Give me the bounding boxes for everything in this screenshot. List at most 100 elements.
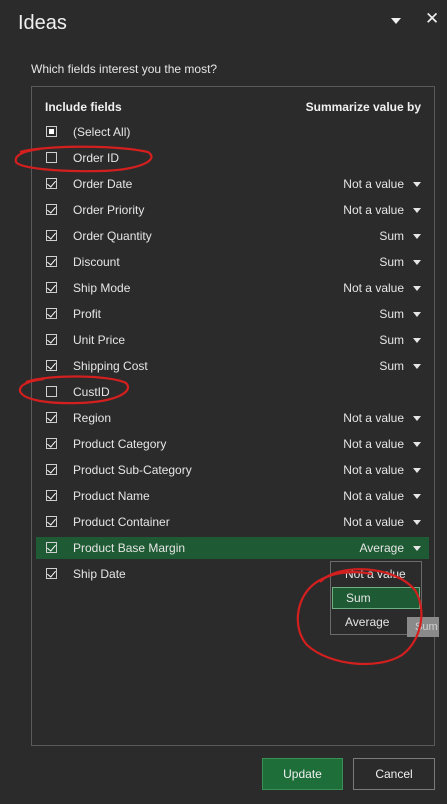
- field-row-profit[interactable]: Profit Sum: [32, 303, 434, 325]
- summarize-value: Not a value: [343, 437, 404, 451]
- chevron-down-icon[interactable]: [413, 545, 421, 551]
- summarize-value: Not a value: [343, 515, 404, 529]
- tooltip: Sum: [407, 617, 439, 637]
- field-label: Product Category: [73, 437, 167, 451]
- summarize-select-product-sub-category[interactable]: Not a value: [343, 461, 421, 479]
- update-button[interactable]: Update: [262, 758, 343, 790]
- field-label: Ship Date: [73, 567, 126, 581]
- chevron-down-icon[interactable]: [413, 207, 421, 213]
- summarize-select-profit[interactable]: Sum: [379, 305, 421, 323]
- dropdown-option-sum[interactable]: Sum: [332, 587, 420, 609]
- field-row-product-name[interactable]: Product Name Not a value: [32, 485, 434, 507]
- field-row-product-base-margin[interactable]: Product Base Margin Average: [36, 537, 429, 559]
- chevron-down-icon[interactable]: [413, 519, 421, 525]
- summarize-value: Not a value: [343, 203, 404, 217]
- field-label: Discount: [73, 255, 120, 269]
- field-row-region[interactable]: Region Not a value: [32, 407, 434, 429]
- field-label: Profit: [73, 307, 102, 321]
- include-fields-header: Include fields: [45, 100, 122, 114]
- summarize-select-order-quantity[interactable]: Sum: [379, 227, 421, 245]
- checkbox-product-sub-category[interactable]: [46, 464, 57, 475]
- field-label: Unit Price: [73, 333, 126, 347]
- checkbox-shipping-cost[interactable]: [46, 360, 57, 371]
- field-label: (Select All): [73, 125, 131, 139]
- field-label: Product Sub-Category: [73, 463, 192, 477]
- pane-options-chevron-icon[interactable]: [391, 18, 401, 24]
- field-row-shipping-cost[interactable]: Shipping Cost Sum: [32, 355, 434, 377]
- checkbox-select-all[interactable]: [46, 126, 57, 137]
- field-row-product-sub-category[interactable]: Product Sub-Category Not a value: [32, 459, 434, 481]
- fields-panel: Include fields Summarize value by (Selec…: [31, 86, 435, 746]
- summarize-value: Not a value: [343, 411, 404, 425]
- prompt-text: Which fields interest you the most?: [31, 62, 218, 76]
- field-label: Product Container: [73, 515, 170, 529]
- field-label: CustID: [73, 385, 110, 399]
- summarize-select-discount[interactable]: Sum: [379, 253, 421, 271]
- field-row-unit-price[interactable]: Unit Price Sum: [32, 329, 434, 351]
- checkbox-profit[interactable]: [46, 308, 57, 319]
- chevron-down-icon[interactable]: [413, 467, 421, 473]
- pane-title: Ideas: [18, 12, 67, 34]
- checkbox-order-priority[interactable]: [46, 204, 57, 215]
- field-label: Order Quantity: [73, 229, 152, 243]
- field-label: Shipping Cost: [73, 359, 148, 373]
- summarize-select-product-container[interactable]: Not a value: [343, 513, 421, 531]
- checkbox-order-id[interactable]: [46, 152, 57, 163]
- chevron-down-icon[interactable]: [413, 363, 421, 369]
- chevron-down-icon[interactable]: [413, 493, 421, 499]
- checkbox-order-quantity[interactable]: [46, 230, 57, 241]
- checkbox-ship-mode[interactable]: [46, 282, 57, 293]
- field-label: Product Base Margin: [73, 541, 186, 555]
- checkbox-unit-price[interactable]: [46, 334, 57, 345]
- summarize-select-order-date[interactable]: Not a value: [343, 175, 421, 193]
- field-label: Ship Mode: [73, 281, 131, 295]
- summarize-select-product-name[interactable]: Not a value: [343, 487, 421, 505]
- checkbox-product-container[interactable]: [46, 516, 57, 527]
- field-row-discount[interactable]: Discount Sum: [32, 251, 434, 273]
- field-row-select-all[interactable]: (Select All): [32, 121, 434, 143]
- checkbox-ship-date[interactable]: [46, 568, 57, 579]
- summarize-value: Not a value: [343, 177, 404, 191]
- field-row-order-id[interactable]: Order ID: [32, 147, 434, 169]
- checkbox-discount[interactable]: [46, 256, 57, 267]
- field-label: Product Name: [73, 489, 150, 503]
- close-icon[interactable]: ✕: [425, 10, 439, 27]
- cancel-button[interactable]: Cancel: [353, 758, 435, 790]
- checkbox-product-category[interactable]: [46, 438, 57, 449]
- summarize-value: Sum: [379, 359, 404, 373]
- chevron-down-icon[interactable]: [413, 181, 421, 187]
- chevron-down-icon[interactable]: [413, 259, 421, 265]
- chevron-down-icon[interactable]: [413, 415, 421, 421]
- checkbox-order-date[interactable]: [46, 178, 57, 189]
- checkbox-custid[interactable]: [46, 386, 57, 397]
- summarize-value: Average: [359, 541, 404, 555]
- summarize-value: Not a value: [343, 281, 404, 295]
- checkbox-region[interactable]: [46, 412, 57, 423]
- checkbox-product-base-margin[interactable]: [46, 542, 57, 553]
- field-row-product-category[interactable]: Product Category Not a value: [32, 433, 434, 455]
- field-row-order-quantity[interactable]: Order Quantity Sum: [32, 225, 434, 247]
- chevron-down-icon[interactable]: [413, 441, 421, 447]
- checkbox-product-name[interactable]: [46, 490, 57, 501]
- field-row-custid[interactable]: CustID: [32, 381, 434, 403]
- field-row-order-date[interactable]: Order Date Not a value: [32, 173, 434, 195]
- dropdown-option-not-a-value[interactable]: Not a value: [331, 563, 421, 585]
- field-row-order-priority[interactable]: Order Priority Not a value: [32, 199, 434, 221]
- summarize-select-unit-price[interactable]: Sum: [379, 331, 421, 349]
- summarize-select-product-category[interactable]: Not a value: [343, 435, 421, 453]
- summarize-select-shipping-cost[interactable]: Sum: [379, 357, 421, 375]
- field-label: Region: [73, 411, 112, 425]
- summarize-select-ship-mode[interactable]: Not a value: [343, 279, 421, 297]
- summarize-select-region[interactable]: Not a value: [343, 409, 421, 427]
- chevron-down-icon[interactable]: [413, 311, 421, 317]
- field-row-ship-mode[interactable]: Ship Mode Not a value: [32, 277, 434, 299]
- field-label: Order Date: [73, 177, 133, 191]
- summarize-select-product-base-margin[interactable]: Average: [360, 539, 421, 557]
- chevron-down-icon[interactable]: [413, 233, 421, 239]
- field-row-product-container[interactable]: Product Container Not a value: [32, 511, 434, 533]
- chevron-down-icon[interactable]: [413, 285, 421, 291]
- summarize-select-order-priority[interactable]: Not a value: [343, 201, 421, 219]
- summarize-value: Sum: [379, 333, 404, 347]
- chevron-down-icon[interactable]: [413, 337, 421, 343]
- summarize-value: Sum: [379, 255, 404, 269]
